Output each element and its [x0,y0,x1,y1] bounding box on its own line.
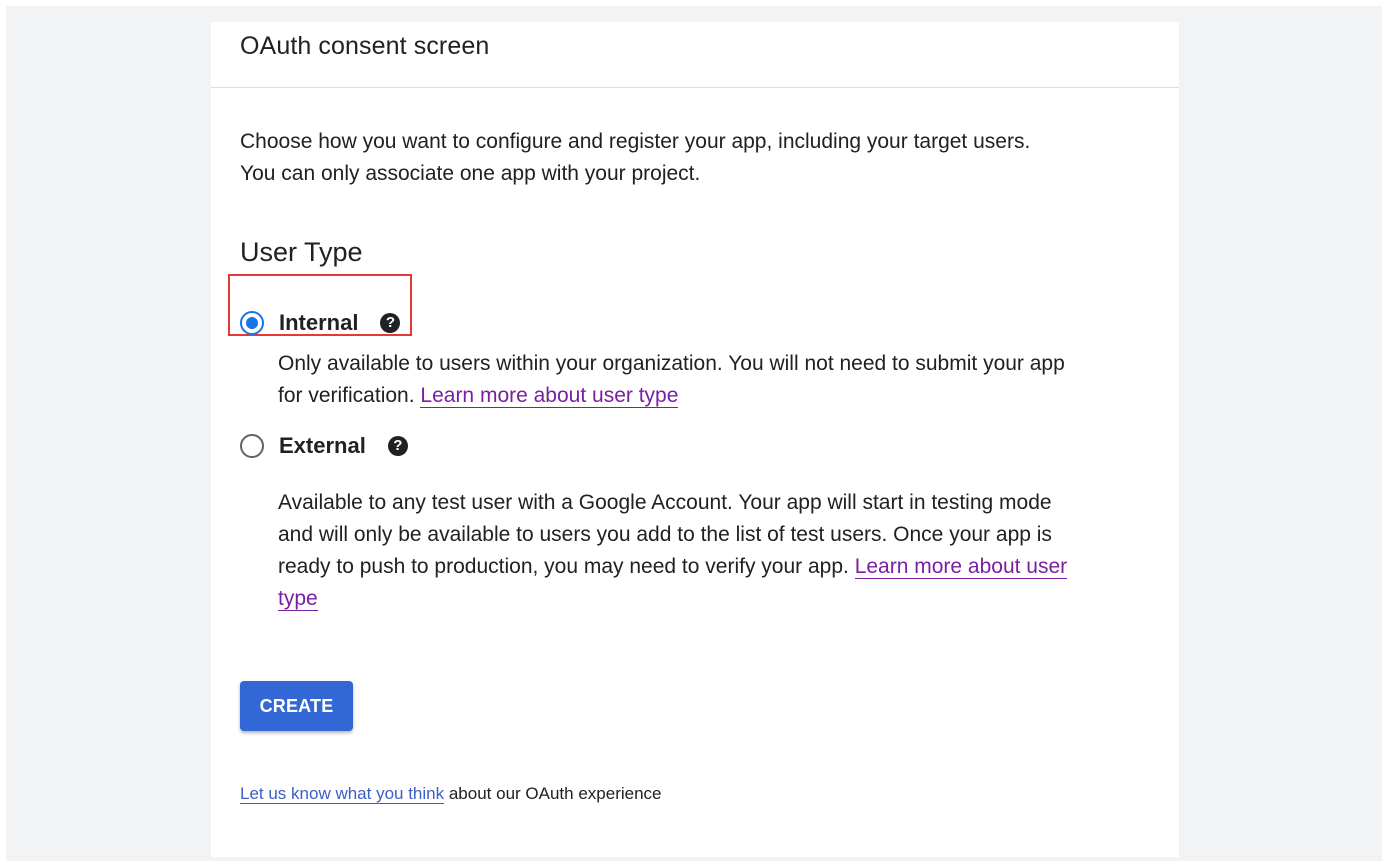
feedback-line: Let us know what you think about our OAu… [240,784,662,804]
external-radio[interactable] [240,434,264,458]
help-icon[interactable]: ? [387,436,408,456]
external-option[interactable]: External ? [240,433,408,459]
user-type-heading: User Type [240,237,363,267]
page-title: OAuth consent screen [240,32,490,60]
help-icon[interactable]: ? [380,313,401,333]
page: OAuth consent screen Choose how you want… [0,0,1388,867]
feedback-link[interactable]: Let us know what you think [240,784,445,804]
card-header: OAuth consent screen [211,22,1179,88]
create-button[interactable]: CREATE [240,681,353,731]
intro-text: Choose how you want to configure and reg… [240,130,1031,185]
feedback-trailing-text: about our OAuth experience [444,784,662,803]
internal-learn-more-link[interactable]: Learn more about user type [420,384,679,408]
internal-label[interactable]: Internal [279,310,358,336]
radio-selected-dot [246,317,258,329]
consent-card: OAuth consent screen Choose how you want… [211,22,1179,857]
internal-description: Only available to users within your orga… [278,348,1068,412]
external-description: Available to any test user with a Google… [278,487,1068,615]
internal-radio[interactable] [240,311,264,335]
internal-option[interactable]: Internal ? [240,310,401,336]
external-label[interactable]: External [279,433,366,459]
